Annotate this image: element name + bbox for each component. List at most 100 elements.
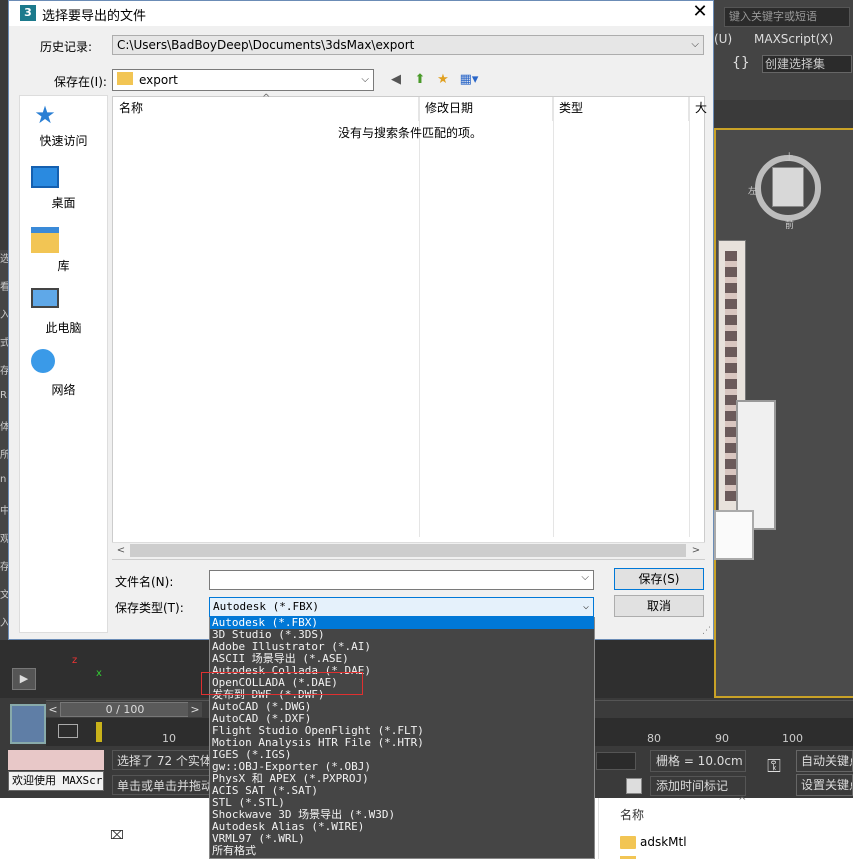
file-type-option[interactable]: 所有格式 [210, 845, 594, 857]
coordinate-field[interactable] [596, 752, 636, 770]
scroll-left-icon[interactable]: < [113, 543, 129, 558]
file-name-label: 文件名(N): [115, 575, 174, 589]
track-marker [96, 722, 102, 742]
tick-label: 100 [782, 732, 803, 745]
set-key-button[interactable]: 设置关键点 [796, 774, 853, 796]
file-type-option[interactable]: Flight Studio OpenFlight (*.FLT) [210, 725, 594, 737]
place-this-pc[interactable]: 此电脑 [19, 319, 108, 336]
app-icon: 3 [20, 5, 36, 21]
maxscript-listener-pink[interactable] [8, 750, 104, 770]
explorer-name-header[interactable]: 名称 [620, 806, 644, 823]
building-model-3 [714, 510, 754, 560]
history-label: 历史记录: [40, 40, 93, 54]
save-button[interactable]: 保存(S) [614, 568, 704, 590]
file-list[interactable] [112, 96, 705, 560]
column-name[interactable]: 名称 [113, 97, 419, 121]
explorer-folder-item[interactable]: adskMtl [640, 835, 687, 849]
max-menubar: (U) MAXScript(X) [714, 30, 853, 50]
place-library[interactable]: 库 [19, 257, 108, 274]
file-type-option[interactable]: PhysX 和 APEX (*.PXPROJ) [210, 773, 594, 785]
file-type-option[interactable]: AutoCAD (*.DWG) [210, 701, 594, 713]
file-type-option[interactable]: 3D Studio (*.3DS) [210, 629, 594, 641]
column-size[interactable]: 大 [689, 97, 707, 121]
folder-icon [117, 72, 133, 85]
file-type-option[interactable]: VRML97 (*.WRL) [210, 833, 594, 845]
highlight-box [201, 672, 363, 695]
sort-up-icon: ^ [738, 796, 747, 807]
tick-label: 90 [715, 732, 729, 745]
chevron-down-icon[interactable]: ⌵ [581, 572, 589, 583]
chevron-down-icon[interactable]: ⌵ [691, 36, 699, 54]
file-type-option[interactable]: ACIS SAT (*.SAT) [210, 785, 594, 797]
chevron-down-icon[interactable]: ⌵ [361, 70, 369, 90]
column-divider [419, 97, 420, 537]
grid-size: 栅格 = 10.0cm [650, 750, 746, 772]
status-prompt: 单击或单击并拖动 [112, 775, 212, 795]
desktop-icon [31, 166, 59, 188]
dialog-title: 选择要导出的文件 [42, 9, 147, 24]
add-time-tag-button[interactable]: 添加时间标记 [650, 776, 746, 796]
empty-message: 没有与搜索条件匹配的项。 [338, 126, 483, 140]
computer-icon [31, 288, 59, 308]
file-type-select[interactable]: Autodesk (*.FBX) ⌵ [209, 597, 594, 617]
time-slider-handle[interactable]: 0 / 100 [60, 702, 190, 717]
view-menu-icon[interactable]: ▦▾ [458, 72, 480, 88]
history-combo[interactable]: C:\Users\BadBoyDeep\Documents\3dsMax\exp… [112, 35, 704, 55]
file-type-option[interactable]: Motion Analysis HTR File (*.HTR) [210, 737, 594, 749]
column-type[interactable]: 类型 [553, 97, 689, 121]
chevron-down-icon[interactable]: ⌵ [583, 598, 589, 616]
file-type-option[interactable]: gw::OBJ-Exporter (*.OBJ) [210, 761, 594, 773]
column-date[interactable]: 修改日期 [419, 97, 553, 121]
file-type-option[interactable]: ASCII 场景导出 (*.ASE) [210, 653, 594, 665]
key-filter-icon[interactable] [58, 724, 78, 738]
auto-key-button[interactable]: 自动关键点 [796, 750, 853, 772]
axis-x-label: x [96, 668, 102, 679]
menu-item-maxscript[interactable]: MAXScript(X) [754, 32, 833, 46]
lock-toggle[interactable] [626, 778, 642, 794]
maxscript-mini-listener[interactable]: 欢迎使用 MAXScr [8, 771, 104, 791]
history-path: C:\Users\BadBoyDeep\Documents\3dsMax\exp… [117, 38, 415, 52]
file-type-option[interactable]: Autodesk (*.FBX) [210, 617, 594, 629]
menu-item-u[interactable]: (U) [714, 32, 732, 46]
file-type-option[interactable]: AutoCAD (*.DXF) [210, 713, 594, 725]
viewcube-face[interactable] [772, 167, 804, 207]
tick-label: 80 [647, 732, 661, 745]
layer-thumbnail[interactable] [10, 704, 46, 744]
file-type-option[interactable]: Adobe Illustrator (*.AI) [210, 641, 594, 653]
key-icon[interactable]: ⚿ [756, 756, 792, 786]
cancel-button[interactable]: 取消 [614, 595, 704, 617]
place-network[interactable]: 网络 [19, 381, 108, 398]
time-prev-button[interactable]: < [46, 702, 60, 717]
save-in-value: export [139, 73, 178, 87]
viewcube-label-top: 上 [785, 153, 795, 163]
time-next-button[interactable]: > [188, 702, 202, 717]
command-icon[interactable]: ⌧ [110, 828, 130, 846]
network-icon [31, 349, 55, 373]
search-input[interactable]: 键入关键字或短语 [724, 7, 850, 27]
selection-set-field[interactable]: 创建选择集 [762, 55, 852, 73]
status-selection: 选择了 72 个实体 [112, 750, 212, 770]
file-name-input[interactable]: ⌵ [209, 570, 594, 590]
viewcube-label-front: 前 [785, 221, 795, 231]
resize-grip-icon[interactable]: ⋰ [702, 626, 711, 636]
axis-y-label: z [72, 655, 78, 666]
back-icon[interactable]: ◀ [388, 72, 404, 88]
close-button[interactable]: ✕ [688, 1, 712, 25]
place-quick-access[interactable]: 快速访问 [19, 132, 108, 149]
file-type-option[interactable]: STL (*.STL) [210, 797, 594, 809]
file-type-option[interactable]: IGES (*.IGS) [210, 749, 594, 761]
file-type-option[interactable]: Autodesk Alias (*.WIRE) [210, 821, 594, 833]
scroll-thumb[interactable] [130, 544, 686, 557]
scroll-right-icon[interactable]: > [688, 543, 704, 558]
brace-icon[interactable]: {} [732, 55, 750, 71]
explorer-divider [598, 798, 599, 859]
file-type-option[interactable]: Shockwave 3D 场景导出 (*.W3D) [210, 809, 594, 821]
new-folder-icon[interactable]: ★ [435, 72, 451, 88]
up-folder-icon[interactable]: ⬆ [412, 72, 428, 88]
folder-icon [620, 836, 636, 849]
save-in-label: 保存在(I): [54, 75, 107, 89]
place-desktop[interactable]: 桌面 [19, 194, 108, 211]
save-in-combo[interactable]: export ⌵ [112, 69, 374, 91]
play-button[interactable]: ▶ [12, 668, 36, 690]
tick-label: 10 [162, 732, 176, 745]
